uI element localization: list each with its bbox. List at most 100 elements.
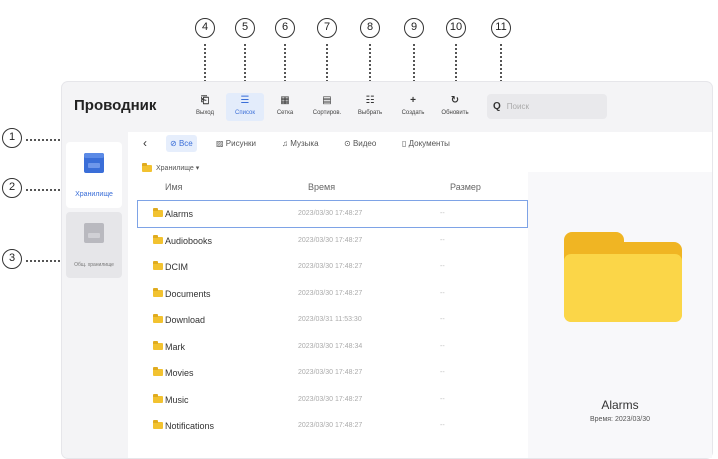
- storage-icon: [84, 153, 104, 173]
- file-name: Mark: [165, 341, 185, 352]
- refresh-button[interactable]: ↻ Обновить: [436, 93, 474, 121]
- back-arrow-icon[interactable]: ‹: [143, 136, 147, 150]
- category-tab-documents[interactable]: ▯ Документы: [398, 135, 454, 152]
- search-placeholder: Поиск: [506, 102, 529, 111]
- table-row[interactable]: Movies 2023/03/30 17:48:27 --: [138, 360, 527, 386]
- exit-button[interactable]: ⎗ Выход: [186, 93, 224, 121]
- folder-icon: [142, 162, 152, 172]
- all-icon: ⊘: [170, 139, 179, 148]
- table-row[interactable]: DCIM 2023/03/30 17:48:27 --: [138, 254, 527, 280]
- breadcrumb[interactable]: Хранилище ▾: [142, 162, 199, 172]
- leader-line: [244, 44, 246, 86]
- exit-icon: ⎗: [201, 95, 209, 106]
- folder-icon: [153, 314, 163, 323]
- column-header-time[interactable]: Время: [308, 182, 335, 192]
- leader-line: [500, 44, 502, 86]
- callout-4: 4: [195, 18, 215, 38]
- document-icon: ▯: [402, 139, 409, 148]
- file-size: --: [440, 210, 445, 217]
- music-icon: ♫: [282, 139, 291, 148]
- sort-button[interactable]: ▤ Сортиров.: [308, 93, 346, 121]
- callout-3: 3: [2, 249, 22, 269]
- preview-time: Время: 2023/03/30: [590, 416, 650, 423]
- leader-line: [326, 44, 328, 86]
- select-button[interactable]: ☷ Выбрать: [351, 93, 389, 121]
- folder-icon: [153, 261, 163, 270]
- file-time: 2023/03/30 17:48:34: [298, 342, 363, 350]
- window-title: Проводник: [74, 97, 157, 114]
- shared-storage-icon: [84, 223, 104, 243]
- file-size: --: [440, 422, 445, 429]
- callout-9: 9: [404, 18, 424, 38]
- file-time: 2023/03/30 17:48:27: [298, 369, 363, 376]
- category-tab-images[interactable]: ▨ Рисунки: [212, 135, 260, 152]
- file-time: 2023/03/30 17:48:27: [298, 422, 363, 429]
- file-name: Movies: [165, 368, 194, 378]
- preview-panel: Alarms Время: 2023/03/30: [528, 172, 712, 458]
- column-header-name[interactable]: Имя: [165, 182, 183, 192]
- folder-icon: [153, 340, 163, 350]
- table-row[interactable]: Notifications 2023/03/30 17:48:27 --: [138, 413, 527, 439]
- table-row[interactable]: Audiobooks 2023/03/30 17:48:27 --: [138, 228, 527, 254]
- callout-6: 6: [275, 18, 295, 38]
- folder-icon: [564, 232, 682, 322]
- image-icon: ▨: [216, 139, 226, 148]
- file-size: --: [440, 263, 445, 270]
- leader-line: [455, 44, 457, 86]
- plus-icon: +: [410, 95, 416, 106]
- file-name: Notifications: [165, 421, 215, 431]
- file-size: --: [440, 342, 445, 350]
- sidebar-item-storage[interactable]: Хранилище: [66, 142, 122, 208]
- file-size: --: [440, 236, 445, 244]
- select-icon: ☷: [365, 95, 375, 106]
- callout-8: 8: [360, 18, 380, 38]
- file-time: 2023/03/30 17:48:27: [298, 395, 363, 403]
- callout-1: 1: [2, 128, 22, 148]
- folder-icon: [153, 367, 163, 376]
- grid-icon: ▦: [280, 95, 290, 106]
- file-name: Download: [165, 315, 206, 325]
- main-panel: ‹ ⊘ Все ▨ Рисунки ♫ Музыка ⊙ Видео ▯ Док…: [128, 132, 712, 458]
- file-time: 2023/03/30 17:48:27: [298, 210, 363, 217]
- folder-icon: [153, 208, 163, 217]
- list-icon: ☰: [240, 95, 250, 106]
- folder-icon: [153, 287, 163, 297]
- search-input[interactable]: Q Поиск: [487, 94, 607, 119]
- table-row[interactable]: Music 2023/03/30 17:48:27 --: [138, 387, 527, 413]
- leader-line: [369, 44, 371, 86]
- file-name: Alarms: [165, 209, 194, 219]
- table-row[interactable]: Alarms 2023/03/30 17:48:27 --: [137, 200, 528, 228]
- file-size: --: [440, 289, 445, 297]
- callout-2: 2: [2, 178, 22, 198]
- sort-icon: ▤: [322, 95, 332, 106]
- leader-line: [204, 44, 206, 86]
- grid-view-button[interactable]: ▦ Сетка: [266, 93, 304, 121]
- file-name: Audiobooks: [165, 235, 213, 246]
- list-view-button[interactable]: ☰ Список: [226, 93, 264, 121]
- file-size: --: [440, 369, 445, 376]
- table-row[interactable]: Download 2023/03/31 11:53:30 --: [138, 307, 527, 333]
- file-time: 2023/03/30 17:48:27: [298, 263, 363, 270]
- folder-icon: [153, 420, 163, 429]
- sidebar-item-label: Хранилище: [75, 191, 113, 198]
- leader-line: [413, 44, 415, 86]
- file-name: DCIM: [165, 262, 188, 272]
- category-tab-video[interactable]: ⊙ Видео: [340, 135, 380, 152]
- create-button[interactable]: + Создать: [394, 93, 432, 121]
- column-header-size[interactable]: Размер: [450, 182, 481, 192]
- file-time: 2023/03/30 17:48:27: [298, 236, 363, 244]
- file-size: --: [440, 316, 445, 323]
- sidebar-item-shared-storage[interactable]: Общ. хранилище: [66, 212, 122, 278]
- file-size: --: [440, 395, 445, 403]
- video-icon: ⊙: [344, 139, 353, 148]
- table-row[interactable]: Documents 2023/03/30 17:48:27 --: [138, 281, 527, 307]
- category-tab-music[interactable]: ♫ Музыка: [278, 135, 323, 152]
- file-explorer-window: Проводник ⎗ Выход ☰ Список ▦ Сетка ▤ Сор…: [62, 82, 712, 458]
- sidebar-item-label: Общ. хранилище: [74, 262, 114, 268]
- preview-name: Alarms: [601, 398, 639, 412]
- table-row[interactable]: Mark 2023/03/30 17:48:34 --: [138, 334, 527, 360]
- callout-11: 11: [491, 18, 511, 38]
- category-tab-all[interactable]: ⊘ Все: [166, 135, 197, 152]
- file-time: 2023/03/30 17:48:27: [298, 289, 363, 297]
- leader-line: [284, 44, 286, 86]
